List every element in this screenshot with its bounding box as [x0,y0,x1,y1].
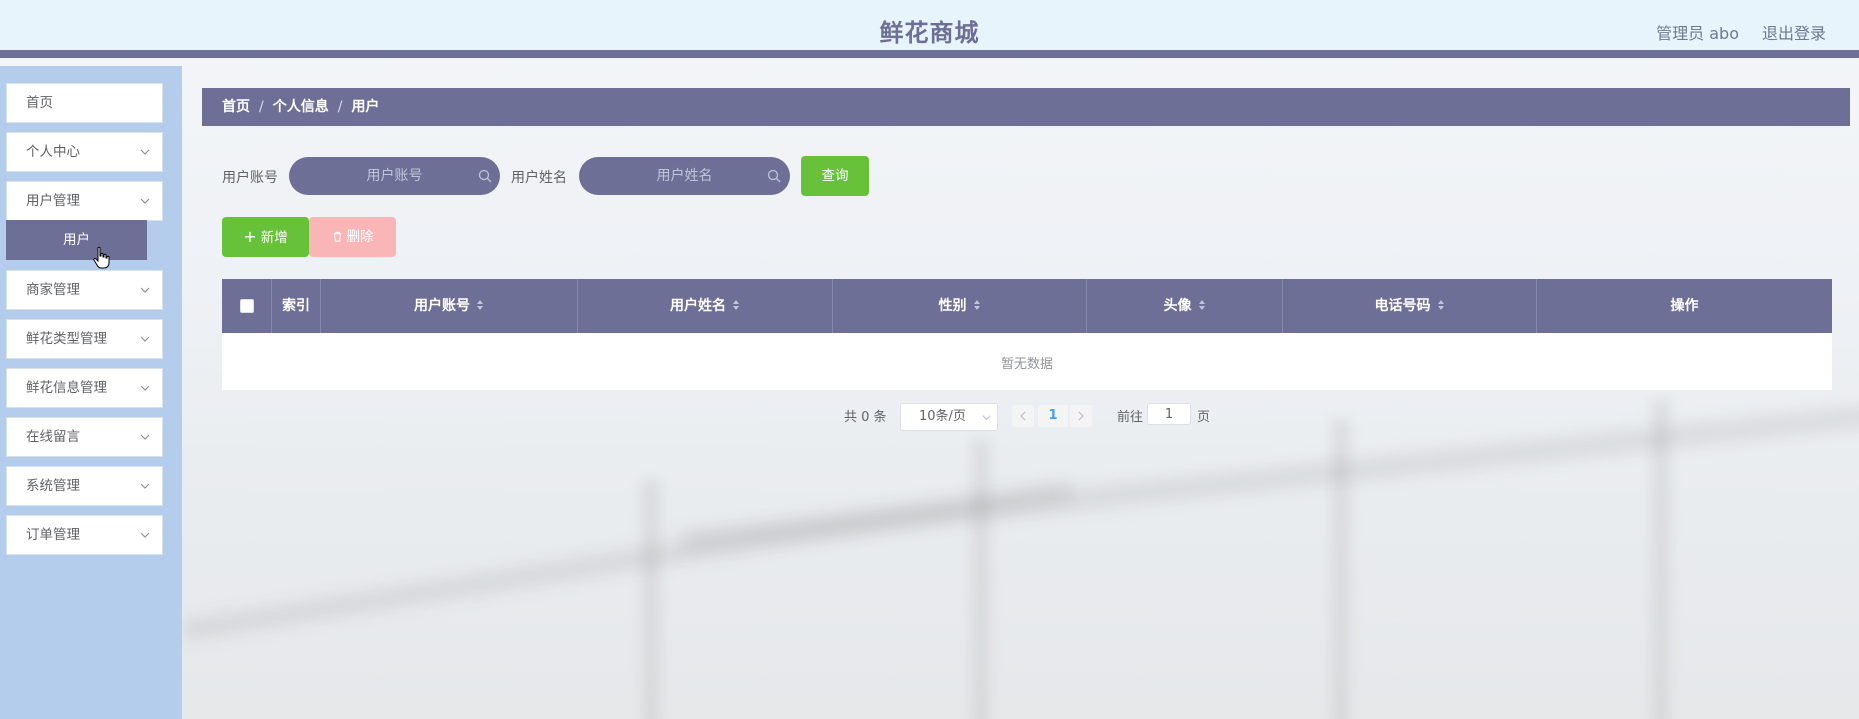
hand-cursor-icon [93,246,110,269]
chevron-down-icon [140,483,150,489]
select-all-column [222,279,272,333]
sort-icon[interactable] [1437,299,1445,311]
sidebar-item-system-management[interactable]: 系统管理 [6,466,163,506]
column-name[interactable]: 用户姓名 [578,279,833,333]
sidebar-item-label: 商家管理 [26,282,80,298]
page-size-select[interactable]: 10条/页 [900,403,998,431]
sidebar-item-personal-center[interactable]: 个人中心 [6,132,163,172]
chevron-down-icon [140,336,150,342]
sidebar-item-online-message[interactable]: 在线留言 [6,417,163,457]
breadcrumb: 首页 / 个人信息 / 用户 [202,88,1850,126]
sidebar-item-order-management[interactable]: 订单管理 [6,515,163,555]
query-button[interactable]: 查询 [801,156,869,196]
add-button[interactable]: + 新增 [222,217,309,257]
logout-link[interactable]: 退出登录 [1762,20,1826,44]
sidebar-subitem-user[interactable]: 用户 [6,220,147,260]
prev-page-button[interactable] [1012,405,1034,427]
sidebar-item-label: 首页 [26,95,53,111]
table-body: 暂无数据 [222,333,1832,391]
trash-icon [333,231,341,242]
name-label: 用户姓名 [511,170,567,186]
sidebar-item-label: 鲜花信息管理 [26,380,107,396]
breadcrumb-item-home[interactable]: 首页 [222,99,250,115]
table-header: 索引 用户账号 用户姓名 性别 头像 电话号码 操作 [222,279,1832,333]
account-label: 用户账号 [222,170,278,186]
page-suffix: 页 [1197,410,1211,425]
sidebar-item-label: 用户管理 [26,193,80,209]
chevron-down-icon [140,434,150,440]
sidebar-item-label: 在线留言 [26,429,80,445]
column-gender[interactable]: 性别 [833,279,1087,333]
column-account[interactable]: 用户账号 [321,279,578,333]
goto-page-input[interactable] [1147,403,1191,425]
sort-icon[interactable] [973,299,981,311]
sidebar-item-merchant-management[interactable]: 商家管理 [6,270,163,310]
column-index: 索引 [272,279,321,333]
breadcrumb-item-personal-info[interactable]: 个人信息 [273,99,329,115]
sidebar-item-label: 系统管理 [26,478,80,494]
site-title: 鲜花商城 [879,19,980,47]
goto-label: 前往 [1117,410,1144,425]
sidebar-item-label: 订单管理 [26,527,80,543]
chevron-right-icon [1078,411,1084,421]
sidebar-item-flower-info-management[interactable]: 鲜花信息管理 [6,368,163,408]
top-header: 鲜花商城 管理员 abo 退出登录 [0,0,1859,58]
delete-button-label: 删除 [346,229,374,245]
sidebar-item-label: 个人中心 [26,144,80,160]
page-size-value: 10条/页 [919,409,966,424]
sort-icon[interactable] [732,299,740,311]
sort-icon[interactable] [1198,299,1206,311]
chevron-left-icon [1020,411,1026,421]
delete-button[interactable]: 删除 [309,217,396,257]
sort-icon[interactable] [476,299,484,311]
pagination-total: 共 0 条 [844,410,887,425]
add-button-label: 新增 [260,230,288,246]
search-icon [767,169,781,183]
current-user: 管理员 abo [1656,24,1739,43]
page-number-current[interactable]: 1 [1038,405,1068,427]
chevron-down-icon [140,287,150,293]
column-phone[interactable]: 电话号码 [1283,279,1537,333]
chevron-down-icon [140,532,150,538]
chevron-up-icon [140,198,150,204]
next-page-button[interactable] [1070,405,1092,427]
column-actions: 操作 [1670,298,1699,314]
chevron-down-icon [982,415,991,421]
sidebar-item-home[interactable]: 首页 [6,83,163,123]
chevron-down-icon [140,149,150,155]
select-all-checkbox[interactable] [240,299,254,313]
empty-state-text: 暂无数据 [1000,357,1053,372]
plus-icon: + [243,227,257,246]
column-avatar[interactable]: 头像 [1087,279,1283,333]
account-search-input[interactable] [289,157,500,195]
breadcrumb-item-user: 用户 [351,99,380,115]
sidebar-item-flower-type-management[interactable]: 鲜花类型管理 [6,319,163,359]
chevron-down-icon [140,385,150,391]
name-search-input[interactable] [579,157,790,195]
search-icon [478,169,492,183]
sidebar-item-label: 鲜花类型管理 [26,331,107,347]
sidebar-item-user-management[interactable]: 用户管理 [6,181,163,221]
